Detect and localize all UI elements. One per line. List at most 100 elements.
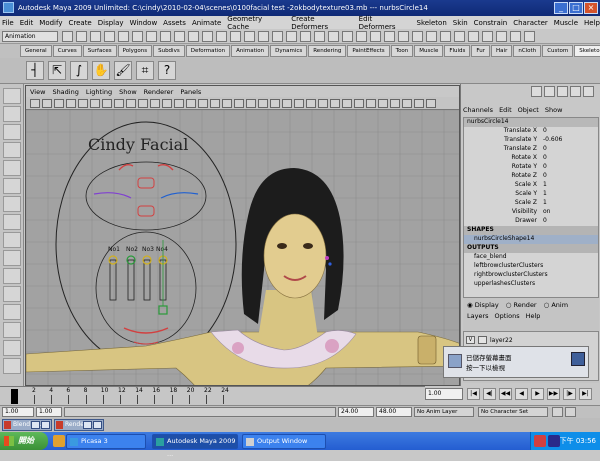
- last-tool-icon[interactable]: [3, 250, 21, 266]
- viewport-tool-icon[interactable]: [294, 99, 304, 108]
- viewport-tool-icon[interactable]: [354, 99, 364, 108]
- status-tool-icon[interactable]: [398, 31, 409, 42]
- status-tool-icon[interactable]: [524, 31, 535, 42]
- viewport-tool-icon[interactable]: [390, 99, 400, 108]
- status-tool-icon[interactable]: [90, 31, 101, 42]
- paint-weights-icon[interactable]: 🖌: [114, 61, 132, 80]
- attribute-row[interactable]: Translate Z0: [464, 145, 598, 154]
- attribute-row[interactable]: Rotate Z0: [464, 172, 598, 181]
- character-model[interactable]: [26, 168, 460, 386]
- status-tool-icon[interactable]: [496, 31, 507, 42]
- menu-assets[interactable]: Assets: [163, 19, 186, 27]
- viewport-tool-icon[interactable]: [114, 99, 124, 108]
- brow-right-control[interactable]: [157, 163, 174, 171]
- viewport-tool-icon[interactable]: [378, 99, 388, 108]
- attribute-row[interactable]: Scale Y1: [464, 190, 598, 199]
- help-icon[interactable]: ?: [158, 61, 176, 80]
- menu-edit[interactable]: Edit: [20, 19, 34, 27]
- layout-outliner-icon[interactable]: [3, 358, 21, 374]
- viewport-tool-icon[interactable]: [54, 99, 64, 108]
- shape-node[interactable]: nurbsCircleShape14: [464, 235, 598, 244]
- viewport-tool-icon[interactable]: [198, 99, 208, 108]
- viewport-tool-icon[interactable]: [78, 99, 88, 108]
- maximize-button[interactable]: □: [569, 2, 583, 14]
- channel-box-toggle-icon[interactable]: [570, 86, 581, 97]
- notification-thumbnail[interactable]: [571, 352, 585, 366]
- facial-control-panel[interactable]: Cindy Facial No1 No2 No3 No4: [55, 121, 237, 367]
- channel-object-name[interactable]: nurbsCircle14: [464, 118, 598, 127]
- status-tool-icon[interactable]: [272, 31, 283, 42]
- layer-menu-layers[interactable]: Layers: [467, 312, 489, 320]
- screenshot-notification[interactable]: 已儲存螢幕畫面 按一下以檢視: [443, 346, 589, 378]
- soft-mod-icon[interactable]: [3, 214, 21, 230]
- move-tool-icon[interactable]: [3, 142, 21, 158]
- status-tool-icon[interactable]: [286, 31, 297, 42]
- status-tool-icon[interactable]: [146, 31, 157, 42]
- status-tool-icon[interactable]: [244, 31, 255, 42]
- go-to-start-button[interactable]: |◀: [467, 388, 480, 400]
- viewport-tool-icon[interactable]: [282, 99, 292, 108]
- layer-menu-options[interactable]: Options: [495, 312, 520, 320]
- status-tool-icon[interactable]: [314, 31, 325, 42]
- viewport-tool-icon[interactable]: [402, 99, 412, 108]
- status-tool-icon[interactable]: [76, 31, 87, 42]
- attribute-value[interactable]: -0.606: [540, 136, 562, 145]
- status-tool-icon[interactable]: [174, 31, 185, 42]
- play-backward-button[interactable]: ◀: [515, 388, 528, 400]
- layer-name[interactable]: layer22: [490, 337, 513, 344]
- rotate-tool-icon[interactable]: [3, 160, 21, 176]
- ik-handle-icon[interactable]: ⇱: [48, 61, 66, 80]
- status-tool-icon[interactable]: [510, 31, 521, 42]
- attribute-value[interactable]: 0: [540, 163, 547, 172]
- layer-menu-help[interactable]: Help: [526, 312, 541, 320]
- taskbar-task[interactable]: Autodesk Maya 2009 ...: [152, 434, 238, 458]
- shelf-tab-custom[interactable]: Custom: [542, 45, 574, 57]
- viewport-tool-icon[interactable]: [102, 99, 112, 108]
- eye-right-control[interactable]: [160, 192, 199, 199]
- attribute-value[interactable]: 0: [540, 145, 547, 154]
- channel-menu-object[interactable]: Object: [518, 106, 539, 114]
- nose-control[interactable]: [137, 205, 155, 217]
- channel-menu-show[interactable]: Show: [545, 106, 563, 114]
- viewport-menu-view[interactable]: View: [30, 88, 45, 96]
- attribute-row[interactable]: Translate Y -0.606: [464, 136, 598, 145]
- output-node[interactable]: upperlashesClusters: [464, 280, 598, 289]
- viewport-tool-icon[interactable]: [342, 99, 352, 108]
- start-time-field[interactable]: 1.00: [2, 407, 34, 417]
- menu-animate[interactable]: Animate: [192, 19, 221, 27]
- shelf-tab-subdivs[interactable]: Subdivs: [153, 45, 185, 57]
- menu-modify[interactable]: Modify: [39, 19, 62, 27]
- layer-type-toggle[interactable]: [478, 336, 487, 344]
- playback-start-field[interactable]: 1.00: [36, 407, 62, 417]
- status-tool-icon[interactable]: [328, 31, 339, 42]
- lasso-tool-icon[interactable]: [3, 106, 21, 122]
- attribute-value[interactable]: 0: [540, 172, 547, 181]
- viewport-tool-icon[interactable]: [90, 99, 100, 108]
- viewport-tool-icon[interactable]: [210, 99, 220, 108]
- status-tool-icon[interactable]: [188, 31, 199, 42]
- step-forward-frame-button[interactable]: ▶▶: [547, 388, 560, 400]
- viewport-menu-shading[interactable]: Shading: [52, 88, 78, 96]
- attribute-row[interactable]: Scale Z1: [464, 199, 598, 208]
- menu-constrain[interactable]: Constrain: [474, 19, 508, 27]
- play-forward-button[interactable]: ▶: [531, 388, 544, 400]
- lattice-icon[interactable]: ⌗: [136, 61, 154, 80]
- attribute-row[interactable]: Rotate Y0: [464, 163, 598, 172]
- viewport-tool-icon[interactable]: [222, 99, 232, 108]
- shelf-tab-fur[interactable]: Fur: [471, 45, 491, 57]
- quicklaunch-folder-icon[interactable]: [53, 435, 65, 447]
- minimized-window[interactable]: Blend S...: [2, 419, 52, 431]
- status-tool-icon[interactable]: [62, 31, 73, 42]
- viewport-tool-icon[interactable]: [138, 99, 148, 108]
- layout-single-icon[interactable]: [3, 268, 21, 284]
- channel-box-toggle-icon[interactable]: [531, 86, 542, 97]
- minimized-window[interactable]: Render ...: [54, 419, 104, 431]
- show-manip-icon[interactable]: [3, 232, 21, 248]
- step-back-key-button[interactable]: ◀|: [483, 388, 496, 400]
- lower-lip-control[interactable]: [133, 341, 159, 345]
- attribute-row[interactable]: Scale X1: [464, 181, 598, 190]
- slider-selected-handle[interactable]: [158, 305, 168, 315]
- menu-muscle[interactable]: Muscle: [554, 19, 578, 27]
- menu-help[interactable]: Help: [584, 19, 600, 27]
- end-time-field[interactable]: 48.00: [376, 407, 412, 417]
